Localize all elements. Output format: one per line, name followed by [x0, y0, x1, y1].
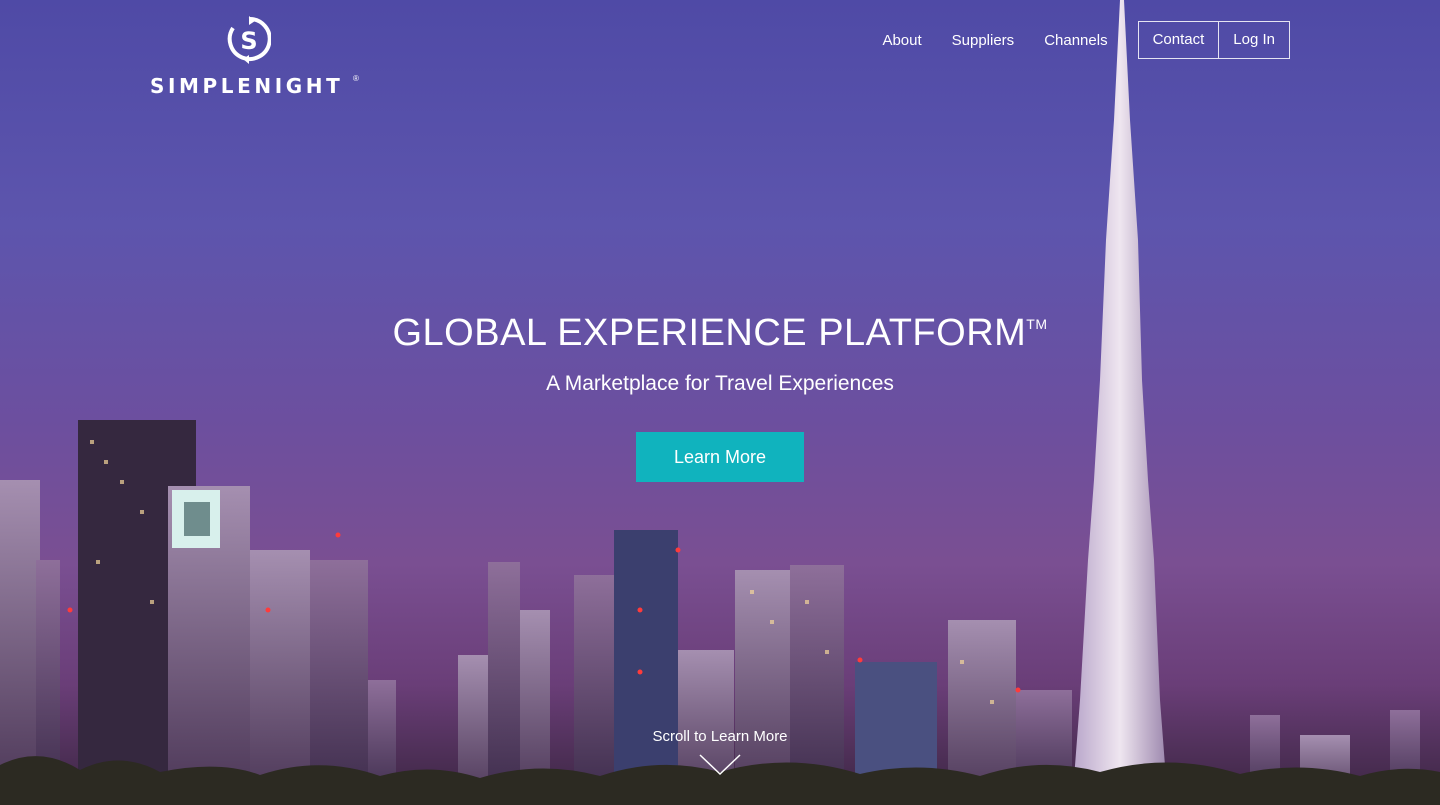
hero-headline-text: GLOBAL EXPERIENCE PLATFORM	[392, 312, 1027, 354]
hero-subheadline: A Marketplace for Travel Experiences	[546, 372, 894, 395]
nav-link-suppliers[interactable]: Suppliers	[952, 32, 1015, 49]
scroll-to-learn-more[interactable]: Scroll to Learn More	[0, 728, 1440, 745]
main-nav: About Suppliers Channels Contact Log In	[882, 21, 1290, 59]
registered-mark: ®	[353, 74, 359, 83]
svg-text:S: S	[240, 27, 257, 55]
login-button[interactable]: Log In	[1218, 22, 1289, 58]
brand-name: SIMPLENIGHT	[150, 74, 344, 98]
nav-link-about[interactable]: About	[882, 32, 921, 49]
hero-headline: GLOBAL EXPERIENCE PLATFORMTM	[0, 312, 1440, 355]
nav-button-group: Contact Log In	[1137, 21, 1290, 59]
dollar-circle-icon: S	[227, 16, 271, 64]
hero-section: S SIMPLENIGHT ® About Suppliers Channels…	[0, 0, 1440, 805]
contact-button[interactable]: Contact	[1139, 22, 1219, 58]
trademark-mark: TM	[1026, 316, 1048, 332]
learn-more-button[interactable]: Learn More	[636, 432, 804, 482]
city-skyline-background	[0, 0, 1440, 805]
chevron-down-icon[interactable]	[699, 754, 741, 776]
brand-logo[interactable]: S SIMPLENIGHT ®	[150, 16, 365, 100]
nav-link-channels[interactable]: Channels	[1044, 32, 1107, 49]
